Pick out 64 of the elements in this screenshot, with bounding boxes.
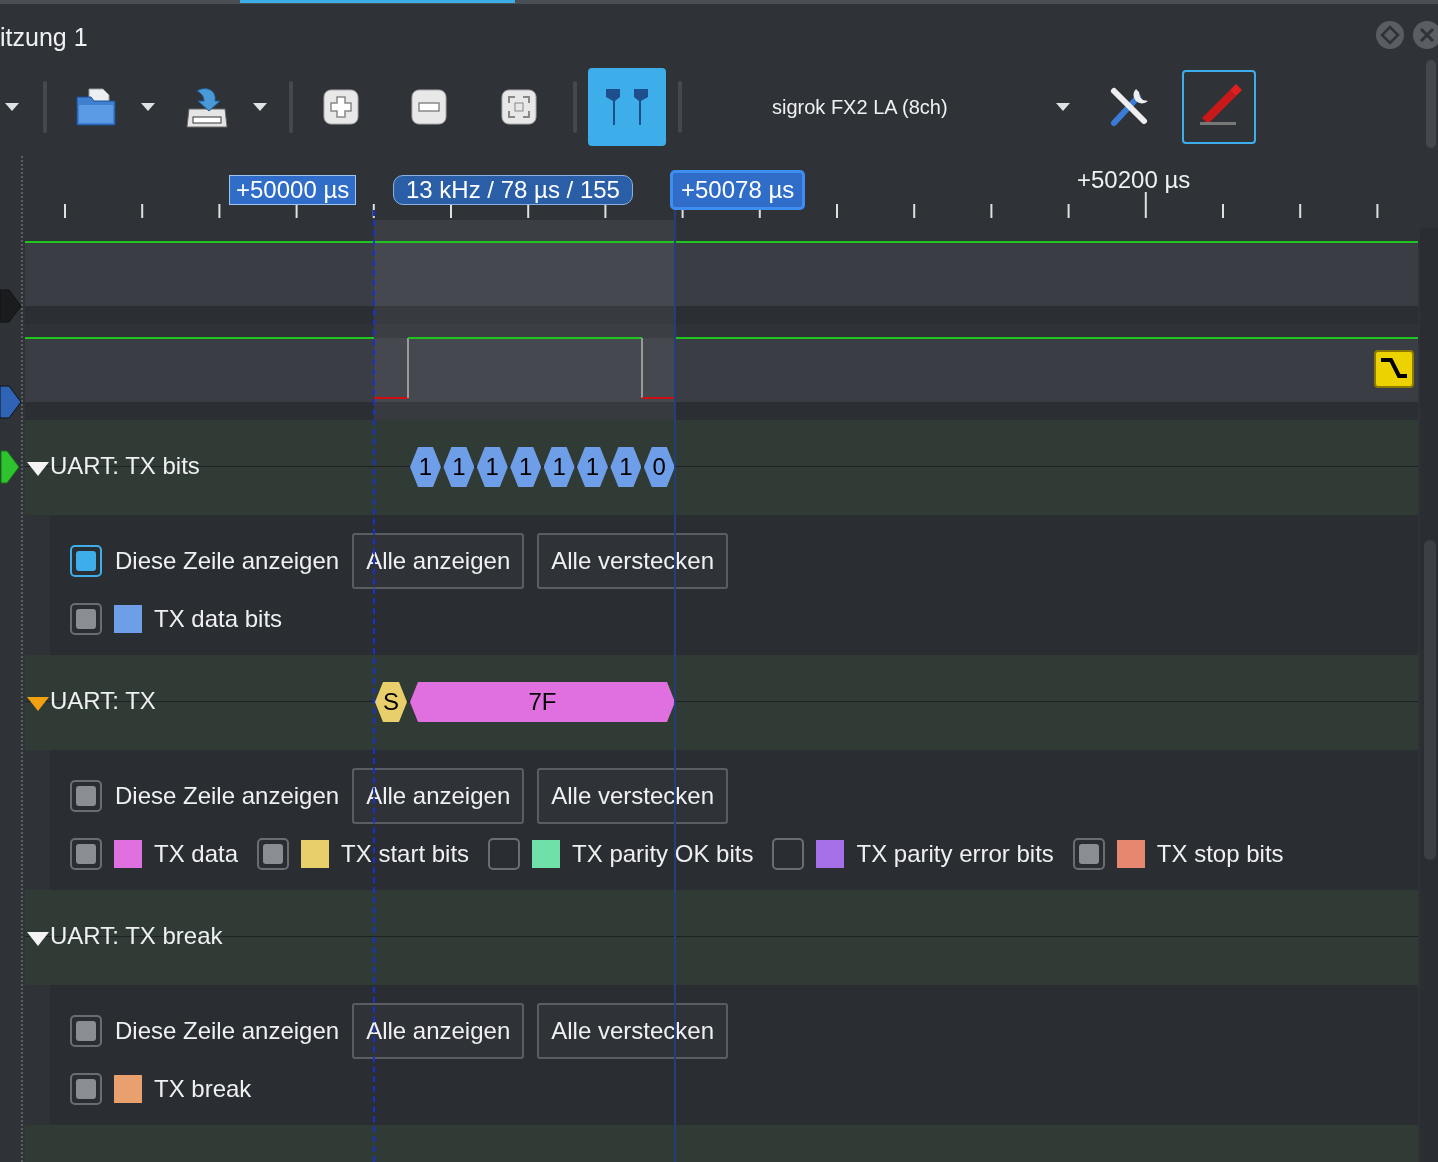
zoom-in-icon[interactable] [323,89,359,125]
class-label: TX parity OK bits [572,839,754,869]
channel-marker-icon[interactable] [0,289,22,323]
checkbox[interactable] [70,545,102,577]
panel-button[interactable]: Alle verstecken [537,768,728,824]
panel-button[interactable]: Alle anzeigen [352,533,525,589]
annotation: 1 [577,447,608,487]
checkbox[interactable] [70,838,102,870]
checkbox[interactable] [70,780,102,812]
cursor-toggle-button[interactable] [588,68,666,146]
cursor-label[interactable]: +50000 µs [229,175,357,205]
panel-button[interactable]: Alle verstecken [537,1003,728,1059]
decoder-title[interactable]: UART: TX break [50,920,223,952]
annotation: 1 [476,447,508,487]
checkbox-label: Diese Zeile anzeigen [115,781,340,811]
decoder-title[interactable]: UART: TX bits [50,450,200,482]
channel-marker-icon[interactable] [0,385,22,419]
dropdown-arrow-icon[interactable] [141,103,155,111]
checkbox[interactable] [257,838,290,870]
zoom-fit-icon[interactable] [501,89,537,125]
dropdown-arrow-icon [1056,103,1070,111]
checkbox[interactable] [1072,838,1105,870]
panel-button[interactable]: Alle anzeigen [352,1003,525,1059]
ruler-label: +50200 µs [1077,165,1191,195]
annotation: 0 [643,447,675,487]
panel-button[interactable]: Alle verstecken [537,533,728,589]
device-dropdown[interactable]: sigrok FX2 LA (8ch) [696,82,1076,132]
class-label: TX start bits [341,839,470,869]
class-label: TX data bits [154,604,283,634]
checkbox[interactable] [70,603,102,635]
window-title: itzung 1 [0,22,88,53]
expand-arrow-icon[interactable] [27,462,49,476]
annotation: 1 [443,447,475,487]
checkbox[interactable] [488,838,521,870]
falling-edge-trigger-icon[interactable] [1374,350,1414,388]
cursor-measure-label: 13 kHz / 78 µs / 155 [393,175,633,205]
checkbox[interactable] [70,1073,102,1105]
checkbox-label: Diese Zeile anzeigen [115,1016,340,1046]
cursor-label[interactable]: +50078 µs [670,170,806,210]
annotation: 1 [510,447,542,487]
probe-button[interactable] [1182,70,1256,144]
checkbox[interactable] [70,1015,102,1047]
expand-arrow-icon[interactable] [27,932,49,946]
panel-button[interactable]: Alle anzeigen [352,768,525,824]
class-label: TX parity error bits [856,839,1054,869]
class-label: TX data [154,839,239,869]
checkbox-label: Diese Zeile anzeigen [115,546,340,576]
expand-arrow-icon[interactable] [27,697,49,711]
annotation: S [375,682,407,722]
annotation: 1 [610,447,642,487]
checkbox[interactable] [772,838,805,870]
dropdown-arrow-icon[interactable] [5,103,19,111]
zoom-out-icon[interactable] [411,89,447,125]
save-icon[interactable] [185,85,229,129]
class-label: TX stop bits [1156,839,1284,869]
decoder-marker-icon[interactable] [0,450,20,484]
dropdown-arrow-icon[interactable] [253,103,267,111]
class-label: TX break [154,1074,252,1104]
annotation: 1 [410,447,441,487]
open-folder-icon[interactable] [75,87,117,127]
annotation: 1 [543,447,575,487]
annotation: 7F [410,682,675,722]
decoder-title[interactable]: UART: TX [50,685,156,717]
cursor-icon [604,87,650,127]
